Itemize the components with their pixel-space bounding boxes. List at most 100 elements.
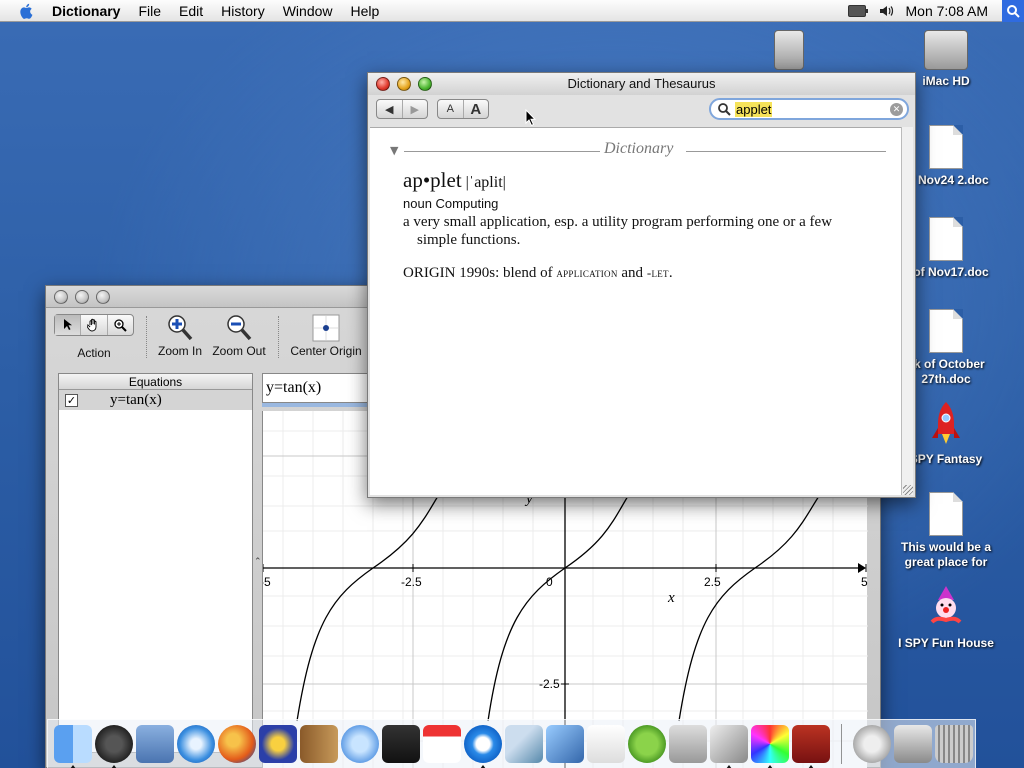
menu-edit[interactable]: Edit (170, 3, 212, 19)
origin-link-application[interactable]: application (556, 265, 617, 280)
ical-icon[interactable] (423, 725, 461, 763)
hard-drive-icon[interactable] (894, 725, 932, 763)
zoom-button[interactable] (96, 290, 110, 304)
minimize-button[interactable] (397, 77, 411, 91)
larger-font-button[interactable]: A (464, 100, 489, 118)
spotlight-icon[interactable] (1002, 0, 1024, 22)
arrow-tool-icon[interactable] (55, 315, 82, 335)
origin-label: ORIGIN (403, 265, 456, 281)
zoom-in-button[interactable]: Zoom In (154, 314, 206, 358)
resize-grip[interactable] (903, 485, 913, 495)
origin-line: ORIGIN 1990s: blend of application and -… (403, 265, 673, 282)
zoom-in-icon (168, 315, 193, 341)
smaller-font-button[interactable]: A (438, 100, 464, 118)
equation-visible-checkbox[interactable]: ✓ (65, 393, 78, 407)
x-axis-label: x (667, 590, 675, 606)
desktop-item-spy-fun-house[interactable]: I SPY Fun House (886, 584, 1006, 651)
acrobat-icon[interactable] (587, 725, 625, 763)
center-origin-icon (312, 314, 340, 342)
font-size-control: A A (437, 99, 489, 119)
origin-period: . (668, 265, 673, 281)
safari-icon[interactable] (177, 725, 215, 763)
definition-panel: ▼ Dictionary ap•plet |ˈaplit| noun Comput… (370, 127, 902, 495)
menu-window[interactable]: Window (274, 3, 342, 19)
grapher-window-controls (54, 290, 110, 304)
trash-icon[interactable] (935, 725, 973, 763)
preview-icon[interactable] (505, 725, 543, 763)
dictionary-titlebar[interactable]: Dictionary and Thesaurus (368, 73, 915, 95)
desktop-drive-icon-partial[interactable] (729, 30, 849, 74)
search-value[interactable]: applet (735, 101, 773, 117)
x-tick-label: 2.5 (704, 575, 721, 589)
headword-text: ap•plet (403, 168, 462, 192)
zoom-out-label: Zoom Out (212, 344, 266, 358)
zoom-button[interactable] (418, 77, 432, 91)
finder-icon[interactable] (54, 725, 92, 768)
zoom-out-button[interactable]: Zoom Out (211, 314, 267, 358)
toolbar-separator (278, 316, 279, 358)
close-button[interactable] (376, 77, 390, 91)
battery-icon[interactable] (847, 5, 868, 17)
forward-arrow-icon[interactable]: ▶ (401, 100, 428, 118)
section-divider (404, 151, 600, 152)
vertical-scrollbar[interactable] (901, 127, 913, 495)
audacity-icon[interactable] (259, 725, 297, 763)
dictionary-toolbar: ◀ ▶ A A applet ✕ (368, 95, 915, 121)
section-divider (686, 151, 886, 152)
address-book-icon[interactable] (300, 725, 338, 763)
menu-help[interactable]: Help (342, 3, 389, 19)
magnify-tool-icon[interactable] (108, 315, 133, 335)
split-view-handle[interactable]: ⌃ (254, 556, 262, 567)
x-tick-label: -5 (263, 575, 271, 589)
back-arrow-icon[interactable]: ◀ (377, 100, 402, 118)
menu-app-name[interactable]: Dictionary (52, 3, 129, 19)
mail-icon[interactable] (136, 725, 174, 763)
menu-history[interactable]: History (212, 3, 274, 19)
equation-row[interactable]: ✓ y=tan(x) (59, 390, 252, 410)
desktop-item-label: iMac HD (922, 74, 970, 88)
clown-icon (930, 586, 962, 624)
menu-file[interactable]: File (129, 3, 170, 19)
document-icon (929, 492, 963, 536)
hand-tool-icon[interactable] (81, 315, 108, 335)
dictionary-section-header[interactable]: ▼ Dictionary (390, 140, 886, 160)
apple-menu-icon[interactable] (18, 2, 36, 20)
disclosure-triangle-icon[interactable]: ▼ (390, 144, 398, 157)
desktop-item-great-place[interactable]: This would be a great place for (886, 492, 1006, 570)
zoom-in-label: Zoom In (157, 344, 202, 358)
toolbar-separator (146, 316, 147, 358)
zoom-out-icon (227, 315, 252, 341)
keynote-icon[interactable] (546, 725, 584, 763)
section-title: Dictionary (604, 140, 674, 157)
desktop-item-label: This would be a great place for (900, 540, 991, 569)
dictionary-window: Dictionary and Thesaurus ◀ ▶ A A applet … (367, 72, 916, 498)
minimize-button[interactable] (75, 290, 89, 304)
headword: ap•plet |ˈaplit| (403, 168, 506, 193)
dock-divider (841, 724, 842, 764)
origin-link-let[interactable]: -let (647, 265, 669, 280)
dashboard-icon[interactable] (95, 725, 133, 768)
center-origin-button[interactable]: Center Origin (286, 314, 366, 358)
drive-icon (774, 30, 804, 70)
itunes-icon[interactable] (341, 725, 379, 763)
volume-icon[interactable] (878, 3, 894, 19)
menu-clock[interactable]: Mon 7:08 AM (906, 3, 989, 19)
menu-bar: Dictionary File Edit History Window Help… (0, 0, 1024, 22)
quicktime-icon[interactable] (464, 725, 502, 768)
document-icon (929, 309, 963, 353)
imovie-icon[interactable] (382, 725, 420, 763)
mail-drop-icon[interactable] (853, 725, 891, 763)
clear-search-icon[interactable]: ✕ (890, 103, 903, 116)
dictionary-icon[interactable] (792, 725, 830, 768)
close-button[interactable] (54, 290, 68, 304)
action-tool-group: Action (54, 314, 134, 360)
wmv-icon[interactable] (628, 725, 666, 763)
firefox-icon[interactable] (218, 725, 256, 763)
part-of-speech: noun (403, 196, 432, 211)
color-icon[interactable] (751, 725, 789, 768)
search-field[interactable]: applet ✕ (709, 98, 909, 120)
system-preferences-icon[interactable] (669, 725, 707, 763)
grapher-icon[interactable] (710, 725, 748, 768)
y-tick-label: -2.5 (539, 677, 560, 691)
window-title: Dictionary and Thesaurus (567, 76, 716, 91)
